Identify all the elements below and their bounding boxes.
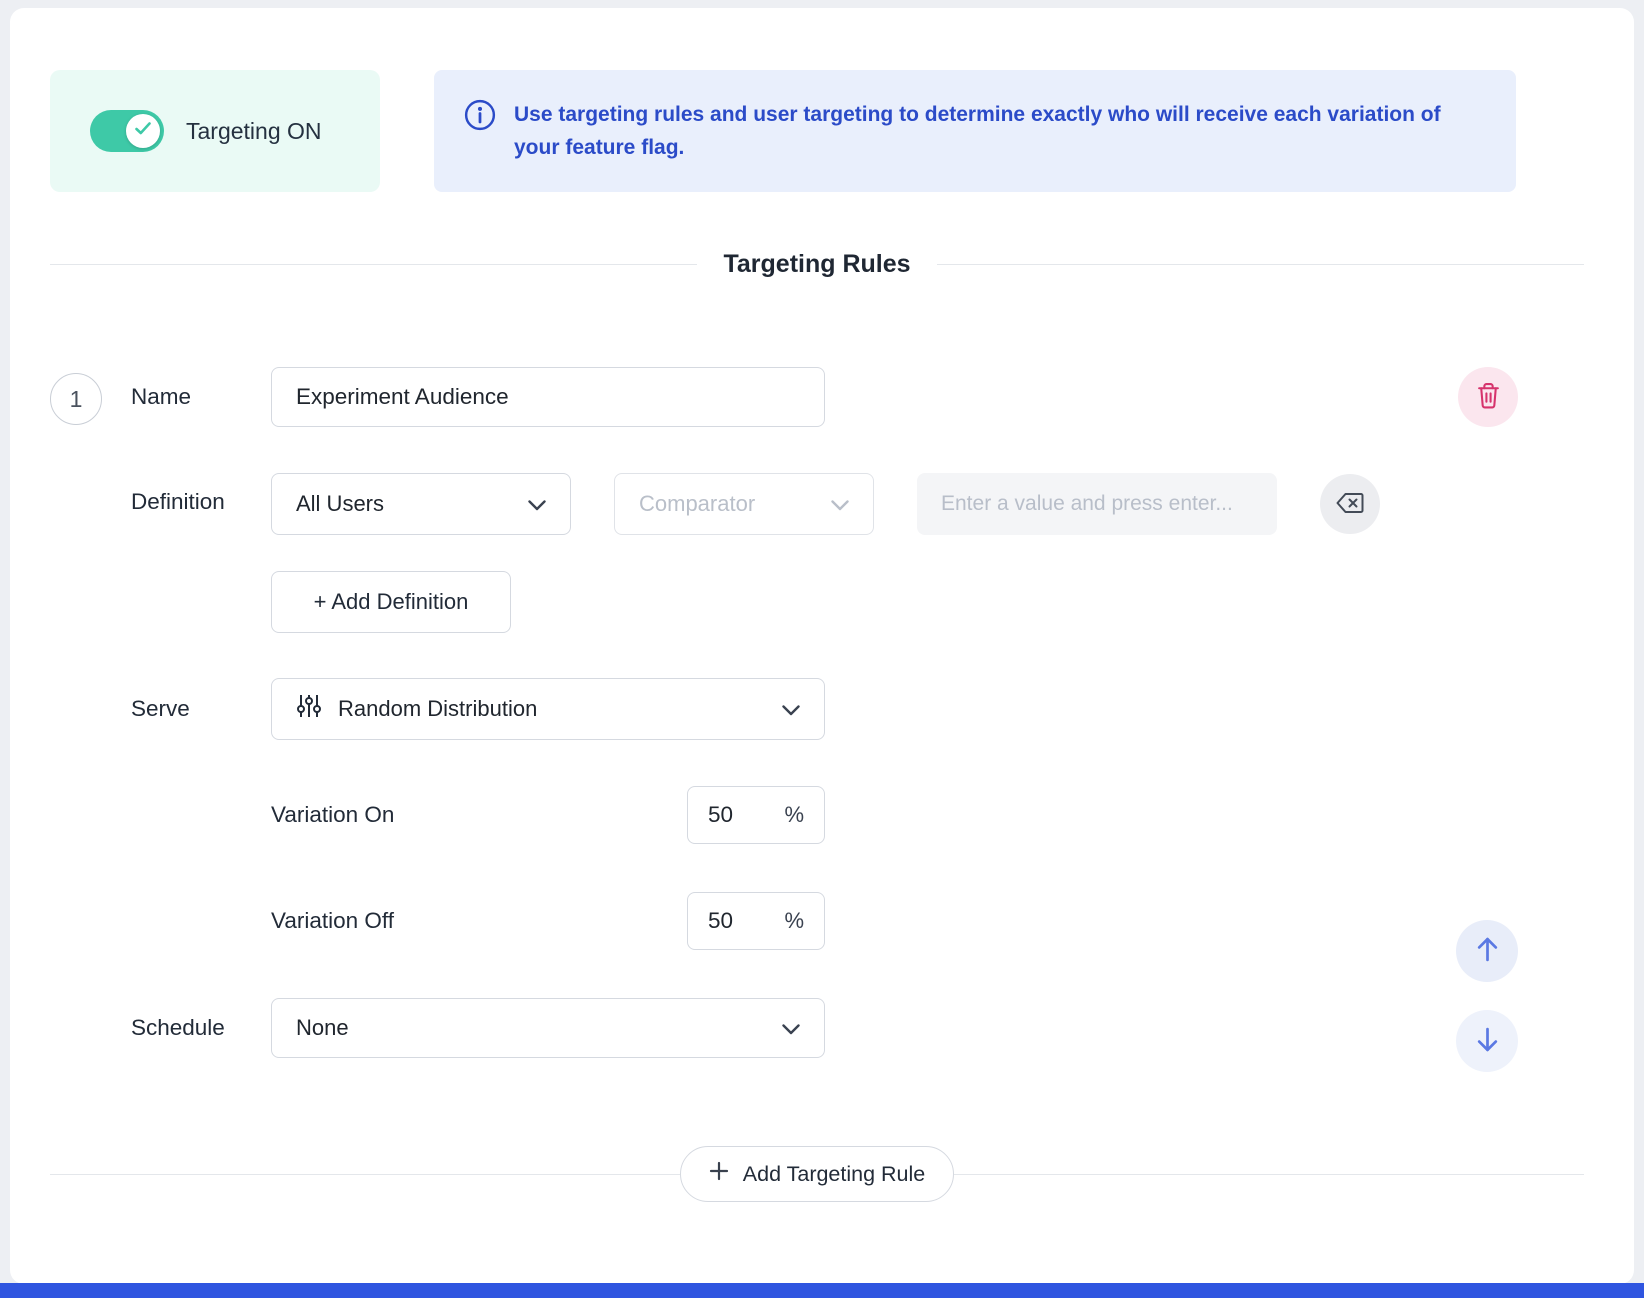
definition-label: Definition	[131, 473, 271, 633]
chevron-down-icon	[782, 696, 800, 722]
divider-line	[50, 1174, 680, 1175]
add-targeting-rule-button[interactable]: Add Targeting Rule	[680, 1146, 954, 1202]
comparator-placeholder: Comparator	[639, 491, 755, 517]
plus-icon	[709, 1161, 729, 1187]
comparator-select[interactable]: Comparator	[614, 473, 874, 535]
variation-off-row: Variation Off %	[50, 892, 1584, 950]
variation-on-label: Variation On	[271, 802, 687, 828]
targeting-toggle-card: Targeting ON	[50, 70, 380, 192]
bottom-accent-bar	[0, 1283, 1644, 1298]
serve-select[interactable]: Random Distribution	[271, 678, 825, 740]
divider-line	[50, 264, 697, 265]
schedule-label: Schedule	[131, 1015, 271, 1041]
section-title: Targeting Rules	[723, 250, 910, 279]
move-rule-up-button[interactable]	[1456, 920, 1518, 982]
info-icon	[464, 99, 496, 136]
chevron-down-icon	[528, 491, 546, 517]
divider-line	[937, 264, 1584, 265]
arrow-down-icon	[1475, 1026, 1500, 1056]
add-targeting-rule-label: Add Targeting Rule	[743, 1162, 925, 1187]
targeting-toggle[interactable]	[90, 110, 164, 152]
serve-select-left: Random Distribution	[296, 693, 537, 725]
rule-name-input[interactable]	[271, 367, 825, 427]
definition-value-input[interactable]	[917, 473, 1277, 535]
targeting-panel: Targeting ON Use targeting rules and use…	[10, 8, 1634, 1284]
sliders-icon	[296, 693, 322, 725]
definition-property-value: All Users	[296, 491, 384, 517]
targeting-toggle-label: Targeting ON	[186, 118, 322, 145]
arrow-up-icon	[1475, 936, 1500, 966]
toggle-knob	[126, 114, 160, 148]
clear-definition-button[interactable]	[1320, 474, 1380, 534]
rule-number-badge: 1	[50, 373, 102, 425]
rule-number-gutter: 1	[50, 369, 131, 425]
rule-name-row: 1 Name	[50, 367, 1584, 427]
info-banner-text: Use targeting rules and user targeting t…	[514, 98, 1474, 164]
rule-serve-row: Serve Random Distribution	[50, 678, 1584, 740]
section-divider: Targeting Rules	[50, 250, 1584, 279]
definition-property-select[interactable]: All Users	[271, 473, 571, 535]
divider-line	[954, 1174, 1584, 1175]
variation-off-label: Variation Off	[271, 908, 687, 934]
schedule-select[interactable]: None	[271, 998, 825, 1058]
chevron-down-icon	[782, 1015, 800, 1041]
rule-schedule-row: Schedule None	[50, 998, 1584, 1058]
add-definition-button[interactable]: + Add Definition	[271, 571, 511, 633]
serve-value: Random Distribution	[338, 696, 537, 722]
delete-rule-button[interactable]	[1458, 367, 1518, 427]
variation-on-unit: %	[784, 802, 804, 828]
variation-on-group: %	[687, 786, 825, 844]
variation-off-group: %	[687, 892, 825, 950]
serve-label: Serve	[131, 696, 271, 722]
schedule-value: None	[296, 1015, 349, 1041]
top-row: Targeting ON Use targeting rules and use…	[50, 70, 1584, 192]
footer-divider: Add Targeting Rule	[50, 1146, 1584, 1202]
targeting-rule: 1 Name Definition	[50, 367, 1584, 1058]
move-rule-down-button[interactable]	[1456, 1010, 1518, 1072]
variation-on-row: Variation On %	[50, 786, 1584, 844]
rule-definition-row: Definition All Users Comparator	[50, 473, 1584, 633]
variation-off-input[interactable]	[708, 908, 766, 934]
backspace-icon	[1336, 492, 1364, 517]
name-label: Name	[131, 384, 271, 410]
info-banner: Use targeting rules and user targeting t…	[434, 70, 1516, 192]
check-icon	[135, 122, 151, 140]
definition-fields: All Users Comparator	[271, 473, 1380, 633]
definition-selects: All Users Comparator	[271, 473, 1380, 535]
variation-on-input[interactable]	[708, 802, 766, 828]
chevron-down-icon	[831, 491, 849, 517]
trash-icon	[1476, 382, 1501, 412]
variation-off-unit: %	[784, 908, 804, 934]
